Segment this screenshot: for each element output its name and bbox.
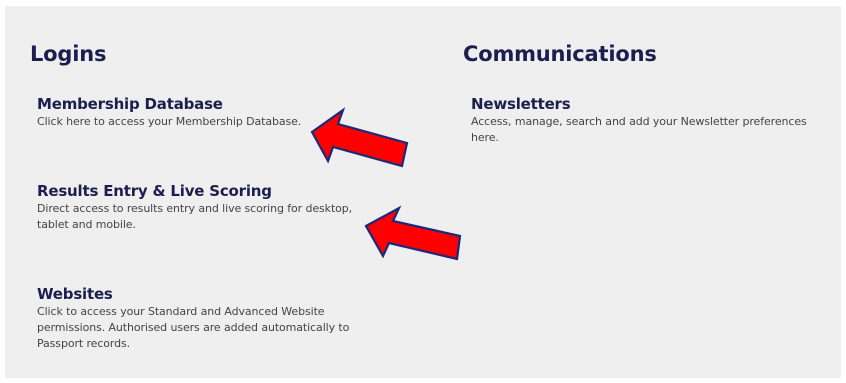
arrow-left-icon <box>364 205 462 261</box>
red-arrow-annotation-results <box>364 205 462 261</box>
